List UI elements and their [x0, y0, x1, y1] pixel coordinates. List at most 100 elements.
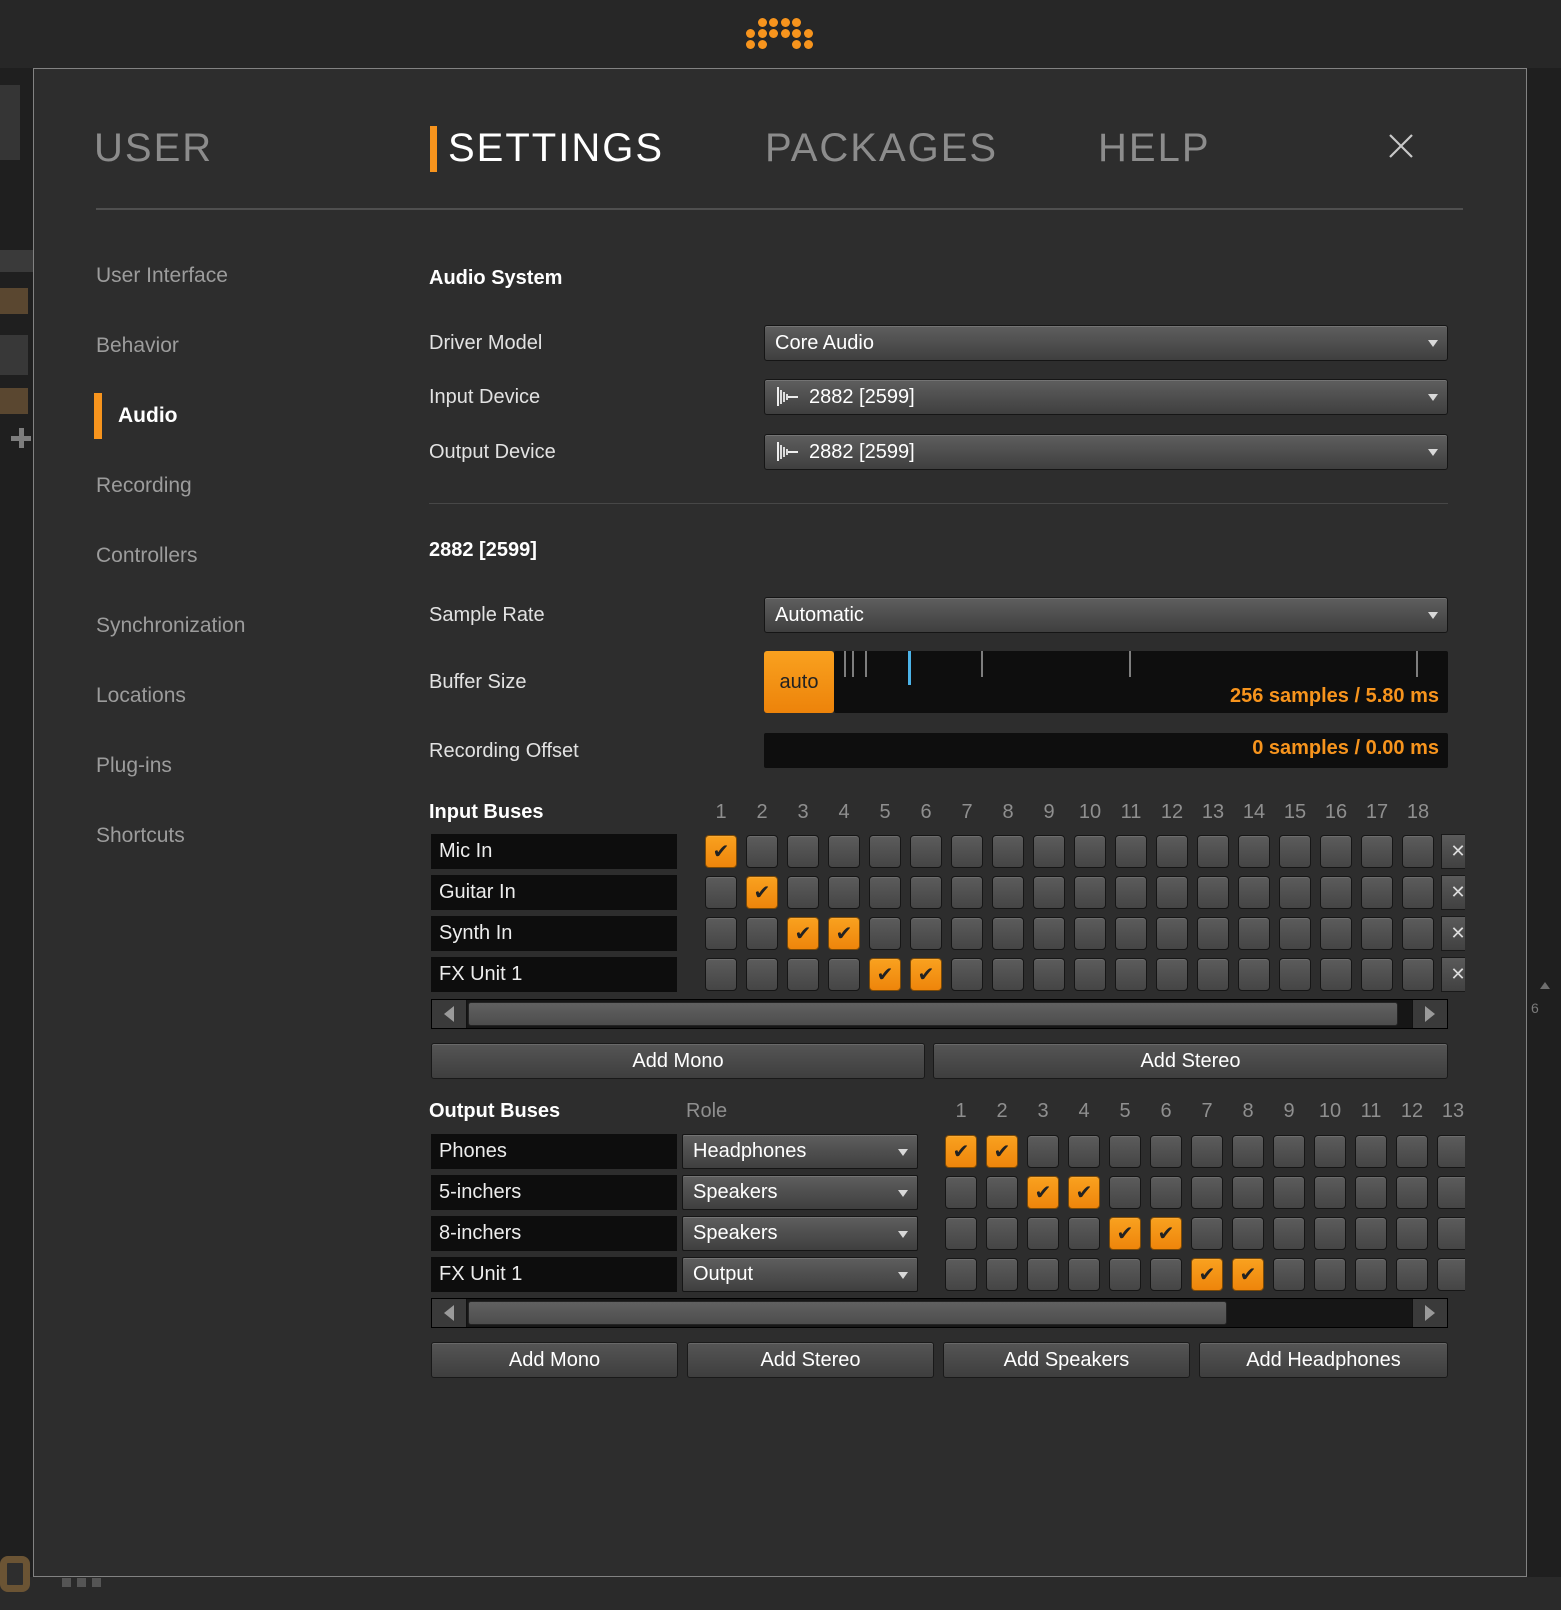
bus-checkbox[interactable]: ✔: [945, 1135, 977, 1168]
bus-checkbox[interactable]: ✔: [787, 917, 819, 950]
bus-checkbox[interactable]: [1156, 876, 1188, 909]
sample-rate-select[interactable]: Automatic: [764, 597, 1448, 633]
bus-checkbox[interactable]: [945, 1258, 977, 1291]
bus-checkbox[interactable]: [1355, 1135, 1387, 1168]
bus-checkbox[interactable]: ✔: [746, 876, 778, 909]
bus-checkbox[interactable]: [746, 958, 778, 991]
scroll-left-icon[interactable]: [432, 1000, 467, 1028]
bus-checkbox[interactable]: [1402, 835, 1434, 868]
bus-checkbox[interactable]: [986, 1217, 1018, 1250]
sidebar-item-synchronization[interactable]: Synchronization: [96, 613, 245, 639]
bus-checkbox[interactable]: [1279, 835, 1311, 868]
bus-checkbox[interactable]: [1396, 1258, 1428, 1291]
bus-checkbox[interactable]: [951, 958, 983, 991]
bus-checkbox[interactable]: [1109, 1135, 1141, 1168]
bus-checkbox[interactable]: [945, 1176, 977, 1209]
bus-checkbox[interactable]: [1027, 1258, 1059, 1291]
bus-checkbox[interactable]: ✔: [1150, 1217, 1182, 1250]
bus-checkbox[interactable]: [1314, 1258, 1346, 1291]
bus-checkbox[interactable]: [1320, 958, 1352, 991]
add-add-mono-button[interactable]: Add Mono: [431, 1043, 925, 1079]
buffer-auto-button[interactable]: auto: [764, 651, 834, 713]
bus-checkbox[interactable]: [1074, 835, 1106, 868]
bus-checkbox[interactable]: [1232, 1135, 1264, 1168]
bus-checkbox[interactable]: [1115, 917, 1147, 950]
bus-checkbox[interactable]: [828, 835, 860, 868]
bus-checkbox[interactable]: [1033, 835, 1065, 868]
buffer-size-slider[interactable]: 256 samples / 5.80 ms: [834, 651, 1448, 713]
recording-offset-field[interactable]: 0 samples / 0.00 ms: [764, 733, 1448, 768]
scrollbar-thumb[interactable]: [468, 1002, 1398, 1026]
bus-checkbox[interactable]: ✔: [910, 958, 942, 991]
bus-checkbox[interactable]: [1273, 1176, 1305, 1209]
bus-checkbox[interactable]: [1314, 1217, 1346, 1250]
tab-settings[interactable]: SETTINGS: [448, 124, 664, 172]
bus-checkbox[interactable]: [1361, 876, 1393, 909]
bus-checkbox[interactable]: [1115, 835, 1147, 868]
bus-checkbox[interactable]: ✔: [1068, 1176, 1100, 1209]
bus-checkbox[interactable]: [1314, 1176, 1346, 1209]
tab-help[interactable]: HELP: [1098, 124, 1211, 172]
bus-checkbox[interactable]: [1355, 1176, 1387, 1209]
bus-checkbox[interactable]: ✔: [1232, 1258, 1264, 1291]
bus-checkbox[interactable]: [910, 835, 942, 868]
bus-role-select[interactable]: Speakers: [682, 1216, 918, 1251]
bus-checkbox[interactable]: [1074, 917, 1106, 950]
bus-checkbox[interactable]: [1150, 1258, 1182, 1291]
sidebar-item-locations[interactable]: Locations: [96, 683, 186, 709]
bus-checkbox[interactable]: [1109, 1258, 1141, 1291]
bus-checkbox[interactable]: [1197, 958, 1229, 991]
bus-checkbox[interactable]: [1238, 917, 1270, 950]
bus-checkbox[interactable]: [1197, 917, 1229, 950]
tab-packages[interactable]: PACKAGES: [765, 124, 998, 172]
bus-checkbox[interactable]: [1437, 1176, 1465, 1209]
scroll-right-icon[interactable]: [1412, 1299, 1447, 1327]
bus-checkbox[interactable]: [1437, 1217, 1465, 1250]
bus-checkbox[interactable]: [787, 876, 819, 909]
bus-checkbox[interactable]: [1273, 1258, 1305, 1291]
bus-checkbox[interactable]: [1402, 876, 1434, 909]
add-add-mono-button[interactable]: Add Mono: [431, 1342, 678, 1378]
delete-bus-button[interactable]: ✕: [1441, 834, 1465, 869]
sidebar-item-plug-ins[interactable]: Plug-ins: [96, 753, 172, 779]
bus-checkbox[interactable]: [1033, 876, 1065, 909]
bus-checkbox[interactable]: [1355, 1217, 1387, 1250]
bus-checkbox[interactable]: [1238, 835, 1270, 868]
bus-checkbox[interactable]: [1068, 1258, 1100, 1291]
bus-checkbox[interactable]: [1402, 917, 1434, 950]
bus-checkbox[interactable]: ✔: [986, 1135, 1018, 1168]
tab-user[interactable]: USER: [94, 124, 213, 172]
bus-checkbox[interactable]: [1033, 917, 1065, 950]
delete-bus-button[interactable]: ✕: [1441, 957, 1465, 992]
bus-checkbox[interactable]: [1191, 1135, 1223, 1168]
bus-checkbox[interactable]: [1361, 958, 1393, 991]
bus-checkbox[interactable]: [1109, 1176, 1141, 1209]
bus-role-select[interactable]: Speakers: [682, 1175, 918, 1210]
bus-checkbox[interactable]: ✔: [828, 917, 860, 950]
scroll-right-icon[interactable]: [1412, 1000, 1447, 1028]
delete-bus-button[interactable]: ✕: [1441, 916, 1465, 951]
bus-checkbox[interactable]: [1320, 876, 1352, 909]
close-icon[interactable]: [1386, 131, 1416, 161]
bus-checkbox[interactable]: [1361, 917, 1393, 950]
bus-checkbox[interactable]: ✔: [1109, 1217, 1141, 1250]
bus-checkbox[interactable]: [1396, 1176, 1428, 1209]
bus-checkbox[interactable]: [1115, 958, 1147, 991]
bus-checkbox[interactable]: ✔: [1191, 1258, 1223, 1291]
bus-checkbox[interactable]: [1197, 835, 1229, 868]
bus-checkbox[interactable]: [869, 835, 901, 868]
add-add-headphones-button[interactable]: Add Headphones: [1199, 1342, 1448, 1378]
bus-checkbox[interactable]: ✔: [1027, 1176, 1059, 1209]
add-add-stereo-button[interactable]: Add Stereo: [933, 1043, 1448, 1079]
bus-checkbox[interactable]: [1320, 917, 1352, 950]
scrollbar-thumb[interactable]: [468, 1301, 1227, 1325]
bus-checkbox[interactable]: ✔: [705, 835, 737, 868]
bus-checkbox[interactable]: [828, 958, 860, 991]
bus-checkbox[interactable]: [869, 876, 901, 909]
sidebar-item-user-interface[interactable]: User Interface: [96, 263, 228, 289]
bus-checkbox[interactable]: [1197, 876, 1229, 909]
bus-checkbox[interactable]: [1033, 958, 1065, 991]
scroll-left-icon[interactable]: [432, 1299, 467, 1327]
bus-checkbox[interactable]: [1279, 958, 1311, 991]
bus-checkbox[interactable]: [1437, 1258, 1465, 1291]
